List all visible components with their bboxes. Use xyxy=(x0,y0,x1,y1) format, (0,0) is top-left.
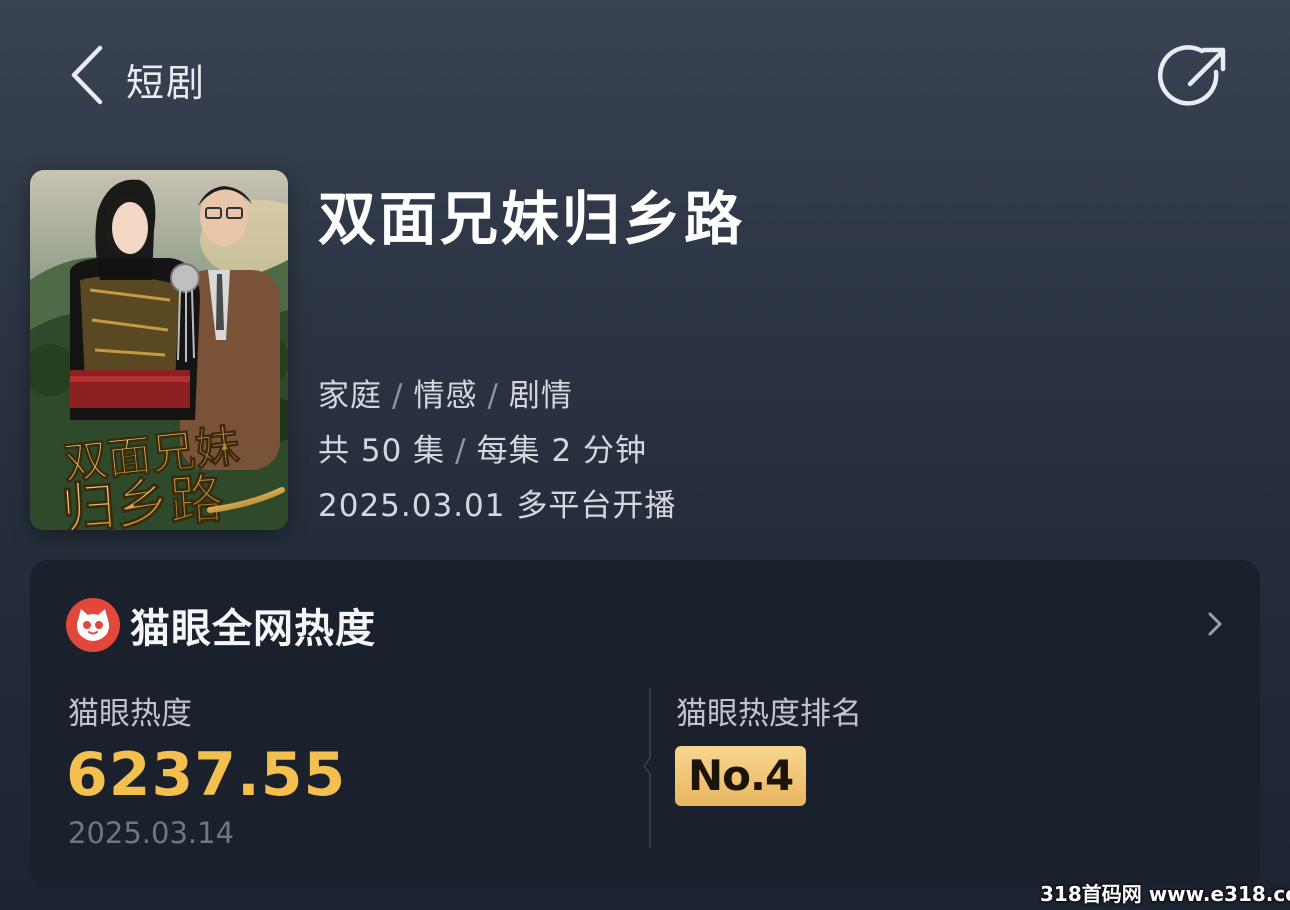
heat-more-button[interactable] xyxy=(1200,606,1230,642)
heat-score-value: 6237.55 xyxy=(66,740,347,810)
stat-divider xyxy=(636,688,656,848)
chevron-left-icon xyxy=(71,45,103,105)
maoyan-cat-logo-icon xyxy=(66,598,120,652)
episode-info: 共 50 集 / 每集 2 分钟 xyxy=(318,425,647,470)
genre-tag: 剧情 xyxy=(508,378,573,414)
page-title: 短剧 xyxy=(126,61,207,105)
poster-title-line-2: 归乡路 xyxy=(59,466,226,530)
drama-poster[interactable]: 双面兄妹 归乡路 xyxy=(30,170,288,530)
heat-rank-badge: No.4 xyxy=(675,746,807,806)
site-watermark: 318首码网 www.e318.com xyxy=(1040,882,1290,906)
heat-score-date: 2025.03.14 xyxy=(68,816,235,850)
share-button[interactable] xyxy=(1157,40,1234,116)
genre-tag: 情感 xyxy=(413,378,478,414)
genre-tag: 家庭 xyxy=(318,378,382,414)
drama-title: 双面兄妹归乡路 xyxy=(318,185,746,253)
episode-count: 共 50 集 xyxy=(318,433,446,469)
maoyan-heat-card[interactable]: 猫眼全网热度 猫眼热度 6237.55 2025.03.14 猫眼热度排名 No… xyxy=(30,560,1260,886)
heat-score-label: 猫眼热度 xyxy=(68,696,192,732)
episode-duration: 每集 2 分钟 xyxy=(476,433,648,469)
release-info: 2025.03.01 多平台开播 xyxy=(318,488,677,524)
separator: / xyxy=(455,433,467,469)
heat-section-title: 猫眼全网热度 xyxy=(130,606,376,652)
separator: / xyxy=(487,378,499,414)
heat-rank-label: 猫眼热度排名 xyxy=(676,696,862,732)
back-button[interactable] xyxy=(60,40,120,110)
share-icon xyxy=(1157,45,1226,106)
chevron-right-icon xyxy=(1208,612,1222,636)
separator: / xyxy=(392,378,404,414)
genre-tags: 家庭 / 情感 / 剧情 xyxy=(318,370,573,415)
poster-image: 双面兄妹 归乡路 xyxy=(30,170,288,530)
